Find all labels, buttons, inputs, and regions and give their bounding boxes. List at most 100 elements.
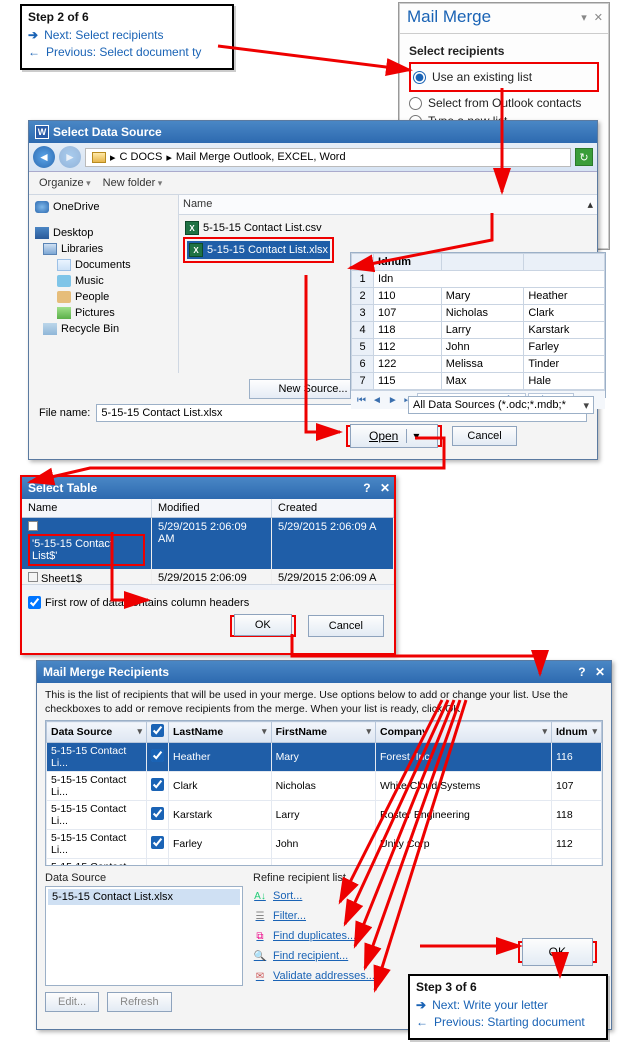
datasource-list[interactable]: 5-15-15 Contact List.xlsx (45, 886, 243, 986)
tree-people[interactable]: People (31, 289, 176, 305)
prev-arrow-icon: ← (28, 45, 40, 59)
st-row-1[interactable]: Sheet1$ 5/29/2015 2:06:09 AM 5/29/2015 2… (22, 569, 394, 584)
rcp-help-icon[interactable]: ? (578, 665, 585, 679)
sort-icon: A↓ (253, 889, 267, 903)
tree-documents[interactable]: Documents (31, 257, 176, 273)
st-row-0[interactable]: '5-15-15 Contact List$' 5/29/2015 2:06:0… (22, 518, 394, 569)
opt-existing-radio[interactable] (413, 71, 426, 84)
table-row[interactable]: 5-15-15 Contact Li...FarleyJohnUnity Cor… (47, 830, 602, 859)
folder-tree: OneDrive Desktop Libraries Documents Mus… (29, 195, 179, 373)
col-firstname[interactable]: FirstName▾ (271, 722, 375, 743)
refine-label: Refine recipient list (253, 872, 603, 884)
recipients-title: Mail Merge Recipients (43, 665, 169, 679)
recipients-grid: Data Source▾ LastName▾ FirstName▾ Compan… (45, 720, 603, 866)
tree-music[interactable]: Music (31, 273, 176, 289)
select-recipients-heading: Select recipients (409, 44, 599, 58)
taskpane-title: Mail Merge (407, 7, 491, 27)
recipients-desc: This is the list of recipients that will… (37, 683, 611, 720)
desktop-icon (35, 227, 49, 239)
st-help-icon[interactable]: ? (363, 481, 370, 495)
file-xlsx[interactable]: X 5-15-15 Contact List.xlsx (187, 241, 330, 259)
sds-navbar: ◄ ► ▸ C DOCS ▸ Mail Merge Outlook, EXCEL… (29, 143, 597, 172)
nav-back-icon[interactable]: ◄ (33, 146, 55, 168)
col-company[interactable]: Company▾ (375, 722, 551, 743)
opt-outlook-radio[interactable] (409, 97, 422, 110)
filelist-name-col[interactable]: Name (183, 198, 212, 211)
prev-arrow-icon: ← (416, 1015, 428, 1029)
people-icon (57, 291, 71, 303)
table-icon (28, 572, 38, 582)
taskpane-close-icon[interactable]: ✕ (594, 12, 603, 24)
recipients-ok-button[interactable]: OK (522, 938, 593, 966)
open-button[interactable]: Open▾ (350, 424, 438, 448)
step2-panel: Step 2 of 6 ➔ Next: Select recipients ← … (20, 4, 234, 70)
sheet-nav-first[interactable]: ⏮ (355, 395, 368, 406)
step2-next-label: Next: Select recipients (44, 28, 163, 42)
datasource-label: Data Source (45, 872, 243, 884)
step3-panel: Step 3 of 6 ➔ Next: Write your letter ← … (408, 974, 608, 1040)
organize-menu[interactable]: Organize (39, 177, 91, 189)
sort-link[interactable]: A↓Sort... (253, 886, 603, 906)
step2-title: Step 2 of 6 (28, 10, 226, 24)
filter-link[interactable]: ☰Filter... (253, 906, 603, 926)
col-datasource[interactable]: Data Source▾ (47, 722, 147, 743)
breadcrumb[interactable]: ▸ C DOCS ▸ Mail Merge Outlook, EXCEL, Wo… (85, 148, 571, 167)
tree-pictures[interactable]: Pictures (31, 305, 176, 321)
first-row-headers-checkbox[interactable]: First row of data contains column header… (22, 590, 394, 615)
col-lastname[interactable]: LastName▾ (169, 722, 272, 743)
step2-next[interactable]: ➔ Next: Select recipients (28, 28, 226, 42)
sds-cancel-button[interactable]: Cancel (452, 426, 516, 446)
taskpane-dropdown-icon[interactable]: ▾ (581, 12, 587, 24)
find-icon: 🔍 (253, 949, 267, 963)
libraries-icon (43, 243, 57, 255)
select-table-dialog: Select Table ? ✕ Name Modified Created '… (20, 475, 396, 655)
st-col-name[interactable]: Name (22, 499, 152, 517)
opt-outlook[interactable]: Select from Outlook contacts (409, 96, 599, 110)
datasource-item[interactable]: 5-15-15 Contact List.xlsx (48, 889, 240, 905)
file-type-filter[interactable]: All Data Sources (*.odc;*.mdb;* (408, 396, 594, 414)
step3-next[interactable]: ➔ Next: Write your letter (416, 998, 600, 1012)
opt-existing-list[interactable]: Use an existing list (413, 70, 595, 84)
pictures-icon (57, 307, 71, 319)
filter-icon: ☰ (253, 909, 267, 923)
duplicates-icon: ⧉ (253, 929, 267, 943)
st-ok-button[interactable]: OK (234, 614, 292, 636)
tree-libraries[interactable]: Libraries (31, 241, 176, 257)
documents-icon (57, 259, 71, 271)
tree-desktop[interactable]: Desktop (31, 225, 176, 241)
tree-recyclebin[interactable]: Recycle Bin (31, 321, 176, 337)
step3-prev[interactable]: ← Previous: Starting document (416, 1015, 600, 1029)
tree-onedrive[interactable]: OneDrive (31, 199, 176, 215)
nav-fwd-icon: ► (59, 146, 81, 168)
recycle-icon (43, 323, 57, 335)
col-check[interactable] (147, 722, 169, 743)
table-row[interactable]: 5-15-15 Contact Li...KarstarkLarryRoster… (47, 801, 602, 830)
table-icon (28, 521, 38, 531)
st-cancel-button[interactable]: Cancel (308, 615, 384, 637)
table-row[interactable]: 5-15-15 Contact Li...TinderMelissaTeak D… (47, 859, 602, 867)
col-idnum[interactable]: Idnum▾ (552, 722, 602, 743)
st-close-icon[interactable]: ✕ (380, 481, 390, 495)
next-arrow-icon: ➔ (28, 28, 38, 42)
word-icon: W (35, 125, 49, 139)
st-col-modified[interactable]: Modified (152, 499, 272, 517)
file-csv[interactable]: X 5-15-15 Contact List.csv (183, 219, 593, 237)
sheet-nav-next[interactable]: ► (386, 395, 400, 406)
step2-prev-label: Previous: Select document ty (46, 45, 201, 59)
spreadsheet-preview: Idnum 1Idn 2110MaryHeather 3107NicholasC… (350, 252, 606, 398)
sheet-nav-prev[interactable]: ◄ (370, 395, 384, 406)
step2-prev[interactable]: ← Previous: Select document ty (28, 45, 226, 59)
refresh-icon[interactable]: ↻ (575, 148, 593, 166)
table-row[interactable]: 5-15-15 Contact Li...ClarkNicholasWhite … (47, 772, 602, 801)
rcp-close-icon[interactable]: ✕ (595, 665, 605, 679)
sds-title: Select Data Source (53, 125, 162, 139)
table-row[interactable]: 5-15-15 Contact Li...HeatherMaryForest, … (47, 743, 602, 772)
newfolder-button[interactable]: New folder (103, 177, 163, 189)
step3-title: Step 3 of 6 (416, 980, 600, 994)
select-table-title: Select Table (28, 481, 97, 495)
st-col-created[interactable]: Created (272, 499, 394, 517)
ds-refresh-button[interactable]: Refresh (107, 992, 172, 1012)
excel-icon: X (189, 243, 203, 257)
onedrive-icon (35, 201, 49, 213)
filename-label: File name: (39, 407, 90, 419)
